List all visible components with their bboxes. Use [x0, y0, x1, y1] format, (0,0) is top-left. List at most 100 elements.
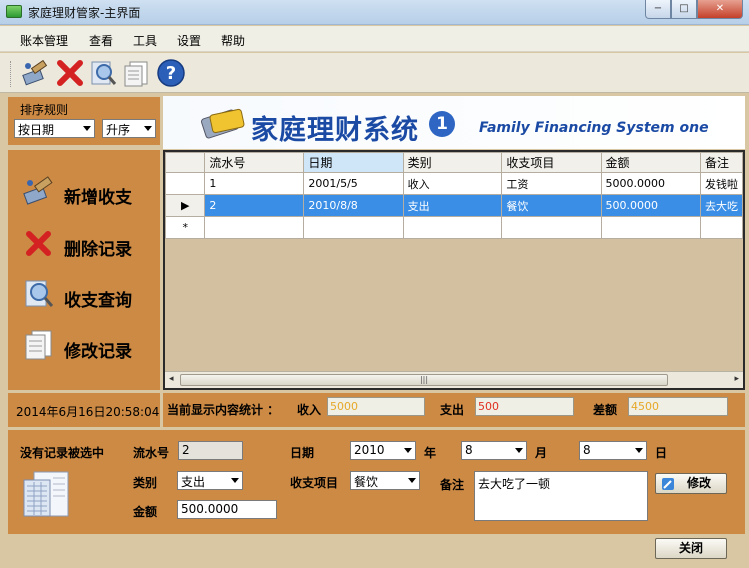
grid-header-row: 流水号 日期 类别 收支项目 金额 备注 — [164, 152, 744, 173]
chevron-down-icon — [408, 478, 416, 483]
close-button[interactable]: 关闭 — [655, 538, 727, 559]
data-sheet-icon — [23, 471, 69, 517]
edit-document-icon[interactable] — [121, 58, 151, 88]
record-form-panel: 没有记录被选中 流水号 2 日期 2010 年 8 月 8 日 类别 支出 收支… — [8, 430, 745, 534]
add-income-expense-button[interactable]: 新增收支 — [22, 174, 152, 210]
query-records-label: 收支查询 — [64, 291, 132, 311]
id-label: 流水号 — [133, 446, 170, 460]
title-bar: 家庭理财管家-主界面 − □ ✕ — [0, 0, 749, 25]
year-select[interactable]: 2010 — [350, 441, 416, 460]
cell-date[interactable]: 2001/5/5 — [303, 172, 404, 195]
month-unit: 月 — [535, 446, 548, 460]
column-header-memo[interactable]: 备注 — [699, 152, 744, 173]
modify-button-label: 修改 — [686, 476, 711, 490]
cell-item[interactable] — [501, 216, 602, 239]
scroll-right-icon[interactable]: ▸ — [734, 374, 739, 384]
column-header-item[interactable]: 收支项目 — [501, 152, 602, 173]
query-records-button[interactable]: 收支查询 — [22, 277, 152, 313]
banner-number-badge: 1 — [429, 111, 455, 137]
row-header-corner — [164, 152, 206, 173]
cell-memo[interactable]: 去大吃 — [699, 194, 744, 217]
edit-record-button[interactable]: 修改记录 — [22, 328, 152, 364]
table-row-selected[interactable]: ▶ 2 2010/8/8 支出 餐饮 500.0000 去大吃 — [164, 194, 744, 217]
menu-view[interactable]: 查看 — [89, 32, 113, 49]
scroll-thumb[interactable]: ||| — [180, 374, 668, 386]
type-select[interactable]: 支出 — [177, 471, 243, 490]
new-row[interactable]: * — [164, 216, 744, 239]
menu-settings[interactable]: 设置 — [177, 32, 201, 49]
item-value: 餐饮 — [354, 475, 379, 489]
delete-icon[interactable] — [55, 58, 85, 88]
chevron-down-icon — [635, 448, 643, 453]
memo-label: 备注 — [440, 478, 465, 492]
column-header-date[interactable]: 日期 — [303, 152, 404, 173]
current-row-arrow-icon[interactable]: ▶ — [164, 194, 206, 217]
cell-type[interactable]: 收入 — [402, 172, 503, 195]
help-icon[interactable]: ? — [156, 58, 186, 88]
horizontal-scrollbar[interactable]: ◂ ||| ▸ — [165, 371, 743, 388]
cell-id[interactable]: 2 — [204, 194, 305, 217]
date-label: 日期 — [290, 446, 315, 460]
stats-label: 当前显示内容统计 ： — [167, 403, 280, 417]
item-label: 收支项目 — [290, 476, 339, 490]
menu-help[interactable]: 帮助 — [221, 32, 245, 49]
datetime-panel: 2014年6月16日20:58:04 — [8, 393, 160, 427]
minimize-button[interactable]: − — [645, 0, 671, 19]
new-row-marker[interactable]: * — [164, 216, 206, 239]
search-icon — [25, 280, 54, 307]
cell-id[interactable] — [204, 216, 305, 239]
column-header-type[interactable]: 类别 — [402, 152, 503, 173]
cell-amount[interactable] — [600, 216, 701, 239]
item-select[interactable]: 餐饮 — [350, 471, 420, 490]
svg-text:?: ? — [166, 63, 176, 84]
sort-field-select[interactable]: 按日期 — [14, 119, 95, 138]
delete-record-label: 删除记录 — [64, 240, 132, 260]
day-select[interactable]: 8 — [579, 441, 647, 460]
sort-order-value: 升序 — [106, 123, 131, 137]
add-record-icon[interactable] — [20, 58, 50, 88]
search-icon[interactable] — [88, 58, 118, 88]
cell-amount[interactable]: 5000.0000 — [600, 172, 701, 195]
chevron-down-icon — [144, 126, 152, 131]
cell-type[interactable] — [402, 216, 503, 239]
statistics-panel: 当前显示内容统计 ： 收入 5000 支出 500 差额 4500 — [163, 393, 745, 427]
type-value: 支出 — [181, 475, 206, 489]
day-value: 8 — [583, 443, 591, 457]
month-select[interactable]: 8 — [461, 441, 527, 460]
banner-title: 家庭理财系统 — [251, 115, 419, 146]
current-datetime: 2014年6月16日20:58:04 — [16, 405, 160, 419]
column-header-amount[interactable]: 金额 — [600, 152, 701, 173]
modify-button[interactable]: 修改 — [655, 473, 727, 494]
cell-date[interactable]: 2010/8/8 — [303, 194, 404, 217]
cell-date[interactable] — [303, 216, 404, 239]
cards-logo-icon — [201, 108, 245, 139]
balance-total-field: 4500 — [628, 397, 728, 416]
year-value: 2010 — [354, 443, 385, 457]
add-income-expense-label: 新增收支 — [64, 188, 132, 208]
sort-field-value: 按日期 — [18, 123, 55, 137]
scroll-left-icon[interactable]: ◂ — [169, 374, 174, 384]
records-grid[interactable]: 流水号 日期 类别 收支项目 金额 备注 1 2001/5/5 收入 工资 50… — [163, 150, 745, 390]
maximize-button[interactable]: □ — [671, 0, 697, 19]
table-row[interactable]: 1 2001/5/5 收入 工资 5000.0000 发钱啦 — [164, 172, 744, 195]
cell-type[interactable]: 支出 — [402, 194, 503, 217]
cell-id[interactable]: 1 — [204, 172, 305, 195]
cell-amount[interactable]: 500.0000 — [600, 194, 701, 217]
amount-field[interactable]: 500.0000 — [177, 500, 277, 519]
cell-memo[interactable]: 发钱啦 — [699, 172, 744, 195]
menu-tools[interactable]: 工具 — [133, 32, 157, 49]
sort-panel: 排序规则 按日期 升序 — [8, 97, 160, 145]
column-header-id[interactable]: 流水号 — [204, 152, 305, 173]
expense-label: 支出 — [440, 403, 465, 417]
cell-item[interactable]: 工资 — [501, 172, 602, 195]
chevron-down-icon — [83, 126, 91, 131]
edit-icon — [662, 478, 674, 490]
close-window-button[interactable]: ✕ — [697, 0, 743, 19]
row-header[interactable] — [164, 172, 206, 195]
sort-order-select[interactable]: 升序 — [102, 119, 156, 138]
delete-record-button[interactable]: 删除记录 — [22, 226, 152, 262]
cell-item[interactable]: 餐饮 — [501, 194, 602, 217]
memo-field[interactable]: 去大吃了一顿 — [474, 471, 648, 521]
menu-ledger[interactable]: 账本管理 — [20, 32, 68, 49]
cell-memo[interactable] — [699, 216, 744, 239]
